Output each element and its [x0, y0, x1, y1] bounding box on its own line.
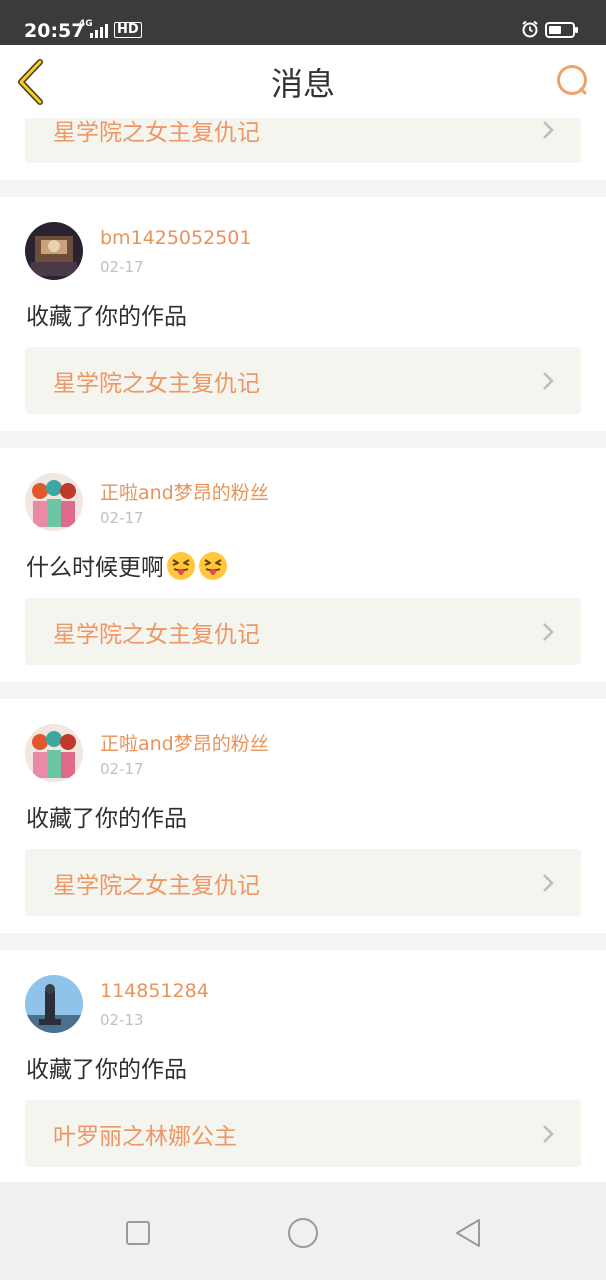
hd-badge: HD: [114, 22, 142, 38]
signal-icon: [90, 24, 108, 38]
chevron-right-icon: [543, 121, 554, 139]
chevron-right-icon: [543, 623, 554, 641]
message-card: 正啦and梦昂的粉丝 02-17 收藏了你的作品 星学院之女主复仇记: [0, 699, 606, 933]
chevron-right-icon: [543, 874, 554, 892]
search-button[interactable]: [552, 61, 592, 101]
message-card: 星学院之女主复仇记: [0, 118, 606, 180]
square-icon: [126, 1221, 150, 1245]
header: 消息: [0, 45, 606, 119]
navigation-bar: [0, 1183, 606, 1280]
status-bar: 20:57 4G HD: [0, 0, 606, 45]
message-text: 收藏了你的作品: [26, 1057, 187, 1083]
work-link[interactable]: 星学院之女主复仇记: [25, 849, 581, 916]
username[interactable]: 正啦and梦昂的粉丝: [100, 729, 269, 756]
home-button[interactable]: [283, 1213, 323, 1253]
work-title: 星学院之女主复仇记: [53, 371, 260, 397]
status-time: 20:57: [24, 20, 85, 42]
avatar[interactable]: [25, 975, 83, 1033]
work-link[interactable]: 叶罗丽之林娜公主: [25, 1100, 581, 1167]
message-list[interactable]: 星学院之女主复仇记 bm1425052501 02-17 收藏了你的作品 星学院…: [0, 118, 606, 1182]
message-card: bm1425052501 02-17 收藏了你的作品 星学院之女主复仇记: [0, 197, 606, 431]
message-date: 02-17: [100, 509, 144, 527]
message-text: 什么时候更啊: [26, 548, 228, 582]
triangle-back-icon: [456, 1219, 480, 1247]
work-link[interactable]: 星学院之女主复仇记: [25, 598, 581, 665]
system-back-button[interactable]: [448, 1213, 488, 1253]
username[interactable]: 正啦and梦昂的粉丝: [100, 478, 269, 505]
message-card: 114851284 02-13 收藏了你的作品 叶罗丽之林娜公主: [0, 950, 606, 1182]
work-title: 星学院之女主复仇记: [53, 120, 260, 146]
page-title: 消息: [270, 65, 335, 103]
work-title: 星学院之女主复仇记: [53, 622, 260, 648]
avatar[interactable]: [25, 473, 83, 531]
message-text: 收藏了你的作品: [26, 806, 187, 832]
chevron-right-icon: [543, 1125, 554, 1143]
recent-apps-button[interactable]: [118, 1213, 158, 1253]
message-text-content: 什么时候更啊: [26, 555, 164, 581]
squinting-face-with-tongue-icon: [199, 552, 227, 580]
message-date: 02-13: [100, 1011, 144, 1029]
chevron-right-icon: [543, 372, 554, 390]
username[interactable]: bm1425052501: [100, 227, 251, 249]
work-link[interactable]: 星学院之女主复仇记: [25, 118, 581, 163]
message-date: 02-17: [100, 258, 144, 276]
circle-icon: [288, 1218, 318, 1248]
work-title: 叶罗丽之林娜公主: [53, 1124, 237, 1150]
squinting-face-with-tongue-icon: [167, 552, 195, 580]
message-text: 收藏了你的作品: [26, 304, 187, 330]
username[interactable]: 114851284: [100, 980, 209, 1002]
work-link[interactable]: 星学院之女主复仇记: [25, 347, 581, 414]
alarm-icon: [521, 20, 539, 42]
message-card: 正啦and梦昂的粉丝 02-17 什么时候更啊 星学院之女主复仇记: [0, 448, 606, 682]
search-icon: [557, 65, 587, 95]
avatar[interactable]: [25, 724, 83, 782]
message-date: 02-17: [100, 760, 144, 778]
battery-level: [549, 26, 561, 34]
work-title: 星学院之女主复仇记: [53, 873, 260, 899]
avatar[interactable]: [25, 222, 83, 280]
battery-icon: [545, 22, 578, 38]
